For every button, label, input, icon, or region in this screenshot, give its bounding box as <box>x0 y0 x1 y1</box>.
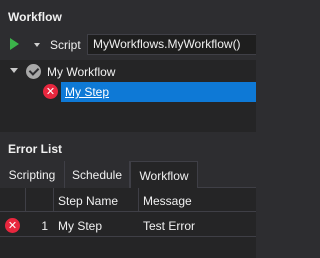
tab-workflow[interactable]: Workflow <box>130 161 198 189</box>
script-mode-label: Script <box>50 38 81 52</box>
tree-node-my-workflow[interactable]: My Workflow <box>0 62 256 82</box>
table-header: Step Name Message <box>0 188 256 212</box>
run-dropdown-chevron-icon[interactable] <box>34 43 40 47</box>
column-header-icon[interactable] <box>0 188 26 212</box>
play-icon[interactable] <box>10 38 19 50</box>
column-header-step-name[interactable]: Step Name <box>54 188 139 212</box>
error-icon: ✕ <box>5 218 20 233</box>
row-index: 1 <box>41 219 48 233</box>
tab-scripting[interactable]: Scripting <box>0 161 65 188</box>
table-row[interactable]: ✕ 1 My Step Test Error <box>0 213 256 237</box>
tab-schedule[interactable]: Schedule <box>65 161 130 188</box>
tree-node-selection[interactable]: My Step <box>61 82 256 102</box>
error-icon: ✕ <box>43 84 58 99</box>
workflow-panel-title: Workflow <box>0 4 256 30</box>
row-step-name: My Step <box>58 219 103 233</box>
tree-node-label: My Workflow <box>47 65 116 79</box>
error-table: Step Name Message ✕ 1 My Step Test Error <box>0 188 256 258</box>
error-list-tabs: Scripting Schedule Workflow <box>0 161 256 189</box>
column-header-message[interactable]: Message <box>139 188 256 212</box>
row-message: Test Error <box>143 219 196 233</box>
workflow-toolbar: Script MyWorkflows.MyWorkflow() <box>0 32 256 58</box>
workflow-tree: My Workflow ✕ My Step <box>0 60 256 132</box>
check-circle-icon <box>26 64 41 79</box>
column-header-index[interactable] <box>26 188 54 212</box>
tree-node-my-step[interactable]: ✕ My Step <box>0 82 256 102</box>
tree-node-label[interactable]: My Step <box>65 85 109 99</box>
expand-arrow-icon[interactable] <box>10 68 18 73</box>
script-input[interactable]: MyWorkflows.MyWorkflow() <box>87 34 256 55</box>
error-list-title: Error List <box>0 136 256 162</box>
